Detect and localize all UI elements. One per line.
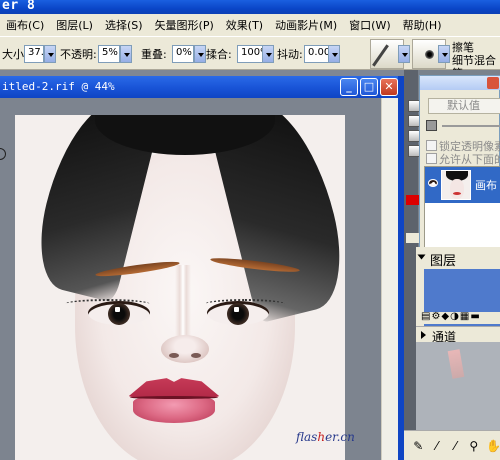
blend-input[interactable]: 100% bbox=[237, 45, 270, 63]
nose-tip bbox=[161, 335, 209, 363]
blend-label: 揉合: bbox=[206, 48, 232, 61]
brush-variant-dropdown[interactable] bbox=[438, 45, 450, 63]
dropper-tool-icon[interactable]: ⁄ bbox=[431, 439, 444, 453]
layers-section-title: 图层 bbox=[430, 254, 457, 269]
brush-tool-icon[interactable]: ✎ bbox=[412, 439, 425, 453]
document-area bbox=[0, 98, 403, 460]
dropper2-tool-icon[interactable]: ⁄ bbox=[449, 439, 462, 453]
opacity-label: 不透明: bbox=[60, 48, 97, 61]
nose bbox=[155, 265, 215, 365]
brush-category-name: 擦笔 bbox=[452, 41, 474, 54]
size-dropdown[interactable] bbox=[44, 45, 56, 63]
jitter-label: 抖动: bbox=[277, 48, 303, 61]
nose-bridge bbox=[175, 265, 191, 345]
menu-bar: 画布(C) 图层(L) 选择(S) 矢量图形(P) 效果(T) 动画影片(M) … bbox=[0, 14, 500, 36]
overlap-label: 重叠: bbox=[141, 48, 167, 61]
delete-layer-icon[interactable]: ▬ bbox=[470, 311, 480, 322]
app-titlebar: er 8 bbox=[0, 0, 500, 14]
left-nostril bbox=[169, 353, 179, 358]
menu-movie[interactable]: 动画影片(M) bbox=[269, 17, 343, 33]
minimize-icon: _ bbox=[346, 80, 352, 93]
collapse-triangle-icon bbox=[421, 331, 426, 339]
channels-section-header[interactable]: 通道 bbox=[416, 326, 500, 344]
close-icon: ✕ bbox=[384, 80, 394, 93]
color-swatch[interactable] bbox=[406, 195, 420, 205]
layer-thumbnail bbox=[441, 170, 471, 200]
opacity-input[interactable]: 5% bbox=[98, 45, 120, 63]
brush-dab-icon bbox=[425, 50, 434, 59]
right-nostril bbox=[191, 353, 201, 358]
maximize-button[interactable]: □ bbox=[360, 78, 378, 96]
layer-row-canvas[interactable]: 画布 bbox=[425, 167, 500, 203]
watermark: flasher.cn bbox=[296, 430, 355, 444]
visibility-eye-icon[interactable] bbox=[428, 179, 438, 187]
menu-help[interactable]: 帮助(H) bbox=[397, 17, 448, 33]
blend-dropdown[interactable] bbox=[262, 45, 274, 63]
watermark-rest: er.cn bbox=[325, 430, 355, 444]
opacity-slider[interactable] bbox=[424, 120, 500, 134]
menu-window[interactable]: 窗口(W) bbox=[343, 17, 396, 33]
left-eye bbox=[88, 301, 150, 325]
pick-up-underlying-label: 允许从下面的 bbox=[439, 153, 500, 166]
layer-commands-icon[interactable]: ▤ bbox=[421, 311, 431, 322]
grabber-tool-icon[interactable]: ✋ bbox=[486, 439, 500, 453]
app-window: er 8 画布(C) 图层(L) 选择(S) 矢量图形(P) 效果(T) 动画影… bbox=[0, 0, 500, 460]
lower-lip bbox=[133, 397, 215, 423]
group-icon[interactable]: ◆ bbox=[441, 311, 450, 322]
overlap-input[interactable]: 0% bbox=[172, 45, 194, 63]
property-bar: 大小 37.8 不透明: 5% 重叠: 0% 揉合: 100% 抖动: 0.00… bbox=[0, 36, 500, 80]
overlap-dropdown[interactable] bbox=[194, 45, 206, 63]
layers-palette-header[interactable] bbox=[420, 76, 500, 90]
minimize-button[interactable]: _ bbox=[340, 78, 358, 96]
mask-icon[interactable]: ◑ bbox=[450, 311, 460, 322]
drawing-canvas[interactable] bbox=[15, 115, 345, 460]
pick-up-underlying-checkbox[interactable]: 允许从下面的 bbox=[426, 151, 500, 167]
size-label: 大小 bbox=[2, 48, 24, 61]
lips bbox=[128, 377, 220, 423]
size-input[interactable]: 37.8 bbox=[24, 45, 50, 63]
menu-select[interactable]: 选择(S) bbox=[99, 17, 149, 33]
opacity-dropdown[interactable] bbox=[120, 45, 132, 63]
layers-section-header[interactable]: 图层 bbox=[416, 247, 500, 269]
toolbox: ✎ ⁄ ⁄ ⚲ ✋ bbox=[404, 430, 500, 460]
checkbox-icon bbox=[426, 140, 437, 151]
menu-shapes[interactable]: 矢量图形(P) bbox=[149, 17, 220, 33]
expand-triangle-icon bbox=[417, 254, 426, 260]
document-titlebar[interactable]: itled-2.rif @ 44% _ □ ✕ bbox=[0, 76, 403, 98]
layer-name: 画布 bbox=[475, 179, 497, 192]
document-scrollbar[interactable] bbox=[381, 98, 398, 460]
right-eye bbox=[207, 301, 269, 325]
close-button[interactable]: ✕ bbox=[380, 78, 398, 96]
brush-category-dropdown[interactable] bbox=[398, 45, 410, 63]
checkbox-icon bbox=[426, 153, 437, 164]
watermark-accent: h bbox=[317, 430, 326, 444]
composite-method-select[interactable]: 默认值 bbox=[428, 98, 500, 114]
collapsed-panel-tab[interactable] bbox=[406, 233, 420, 243]
right-iris bbox=[227, 303, 249, 325]
maximize-icon: □ bbox=[363, 80, 375, 93]
jitter-input[interactable]: 0.00 bbox=[304, 45, 330, 63]
left-iris bbox=[108, 303, 130, 325]
jitter-dropdown[interactable] bbox=[328, 45, 340, 63]
slider-track[interactable] bbox=[442, 125, 500, 127]
palette-close-icon[interactable] bbox=[487, 77, 499, 89]
new-layer-icon[interactable]: ▦ bbox=[460, 311, 470, 322]
lip-line bbox=[130, 396, 218, 399]
app-title: er 8 bbox=[2, 0, 36, 13]
menu-layers[interactable]: 图层(L) bbox=[50, 17, 99, 33]
slider-icon bbox=[426, 120, 437, 131]
watermark-text: flas bbox=[296, 430, 318, 444]
menu-canvas[interactable]: 画布(C) bbox=[0, 17, 50, 33]
magnifier-tool-icon[interactable]: ⚲ bbox=[468, 439, 481, 453]
document-title: itled-2.rif @ 44% bbox=[2, 80, 115, 93]
pencil-icon bbox=[372, 44, 389, 67]
menu-effects[interactable]: 效果(T) bbox=[220, 17, 269, 33]
layer-action-icons: ▤⚙◆◑▦▬ bbox=[421, 311, 481, 322]
dynamic-plugin-icon[interactable]: ⚙ bbox=[431, 311, 441, 322]
